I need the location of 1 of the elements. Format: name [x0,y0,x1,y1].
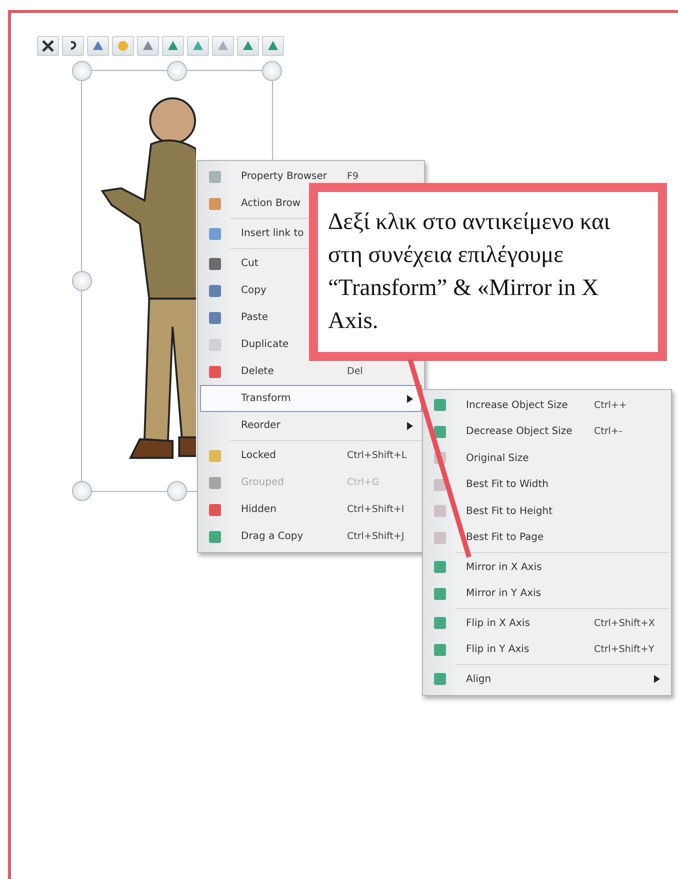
callout-text: Δεξί κλικ στο αντικείμενο και στη συνέχεια επιλέγουμε “Transform” & «Mirror in X Axis. [328,208,612,336]
